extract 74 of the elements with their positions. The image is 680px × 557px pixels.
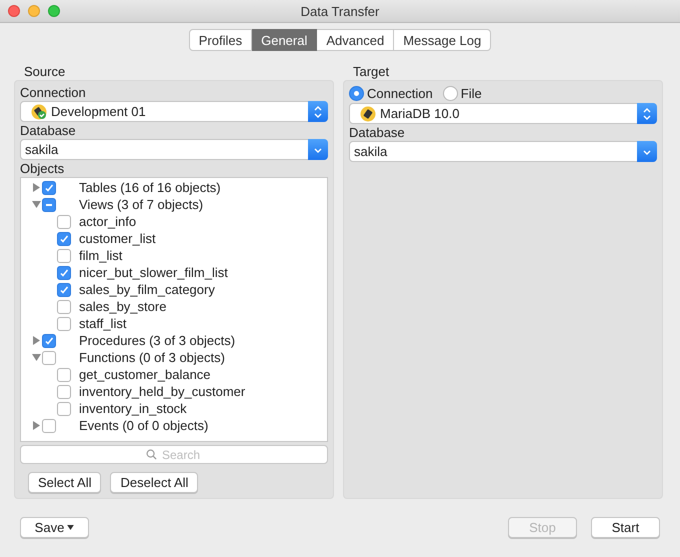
checkbox[interactable] — [57, 266, 71, 280]
tree-item[interactable]: sales_by_film_category — [79, 282, 215, 297]
start-button[interactable]: Start — [591, 517, 660, 538]
section-title: Source — [24, 64, 66, 79]
minimize-button[interactable] — [28, 5, 40, 17]
triangle-right-icon[interactable] — [32, 421, 41, 430]
radio-label[interactable]: Connection — [367, 86, 433, 101]
field-label: Objects — [20, 160, 66, 177]
database-select[interactable]: sakila — [20, 139, 328, 160]
tab[interactable]: Advanced — [317, 29, 394, 51]
tree-item[interactable]: Views (3 of 7 objects) — [79, 197, 204, 212]
database-select[interactable]: sakila — [349, 141, 657, 162]
chevron-down-icon — [637, 141, 657, 162]
tree-item[interactable]: inventory_held_by_customer — [79, 384, 246, 399]
checkmark-icon — [58, 284, 70, 296]
search-field[interactable]: Search — [20, 445, 328, 464]
triangle-down-icon[interactable] — [32, 353, 41, 362]
connection-select[interactable]: MariaDB 10.0 — [349, 103, 657, 124]
checkbox[interactable] — [57, 232, 71, 246]
search-icon — [146, 449, 157, 460]
checkmark-icon — [43, 182, 55, 194]
checkbox[interactable] — [57, 282, 71, 296]
checkbox[interactable] — [57, 214, 71, 228]
triangle-down-icon[interactable] — [32, 200, 41, 209]
checkmark-icon — [43, 334, 55, 346]
deselect-all-button[interactable]: Deselect All — [110, 472, 198, 493]
tree-item[interactable]: staff_list — [79, 316, 126, 331]
radio-button[interactable] — [442, 86, 458, 101]
close-button[interactable] — [8, 5, 20, 17]
tree-item[interactable]: actor_info — [79, 214, 136, 229]
stepper-icon — [637, 103, 657, 124]
tree-item[interactable]: customer_list — [79, 231, 156, 246]
tab[interactable]: Message Log — [394, 29, 492, 51]
tree-item[interactable]: sales_by_store — [79, 299, 166, 314]
save-button[interactable]: Save — [20, 517, 89, 538]
checkbox[interactable] — [42, 180, 56, 194]
checkbox[interactable] — [42, 334, 56, 348]
zoom-button[interactable] — [48, 5, 60, 17]
checkbox[interactable] — [42, 418, 56, 432]
window-title: Data Transfer — [300, 4, 380, 18]
checkbox[interactable] — [57, 316, 71, 330]
triangle-right-icon[interactable] — [32, 336, 41, 345]
checkmark-icon — [58, 232, 70, 244]
checkbox[interactable] — [57, 300, 71, 314]
checkbox[interactable] — [57, 248, 71, 262]
field-label: Connection — [20, 84, 87, 101]
checkbox[interactable] — [42, 350, 56, 364]
select-all-button[interactable]: Select All — [28, 472, 102, 493]
radio-label[interactable]: File — [460, 86, 482, 101]
field-label: Database — [20, 122, 77, 139]
field-label: Database — [349, 124, 406, 141]
checkbox[interactable] — [57, 384, 71, 398]
connection-select[interactable]: Development 01 — [20, 101, 328, 122]
tab[interactable]: Profiles — [188, 29, 252, 51]
checkbox[interactable] — [57, 402, 71, 416]
tree-item[interactable]: nicer_but_slower_film_list — [79, 265, 228, 280]
tree-item[interactable]: Tables (16 of 16 objects) — [79, 180, 221, 195]
caret-icon — [67, 525, 74, 530]
tree-item[interactable]: get_customer_balance — [79, 367, 211, 382]
database-plug-icon — [31, 104, 47, 120]
stepper-icon — [308, 101, 328, 122]
chevron-down-icon — [308, 139, 328, 160]
triangle-right-icon[interactable] — [32, 183, 41, 192]
tree-item[interactable]: inventory_in_stock — [79, 401, 187, 416]
radio-button[interactable] — [349, 86, 364, 101]
checkmark-icon — [58, 266, 70, 278]
tree-item[interactable]: Functions (0 of 3 objects) — [79, 350, 225, 365]
tree-item[interactable]: Events (0 of 0 objects) — [79, 418, 208, 433]
checkbox[interactable] — [57, 368, 71, 382]
database-plug-icon — [360, 106, 376, 122]
tree-item[interactable]: Procedures (3 of 3 objects) — [79, 333, 236, 348]
section-title: Target — [353, 64, 390, 79]
tab[interactable]: General — [252, 29, 318, 51]
tree-item[interactable]: film_list — [79, 248, 122, 263]
